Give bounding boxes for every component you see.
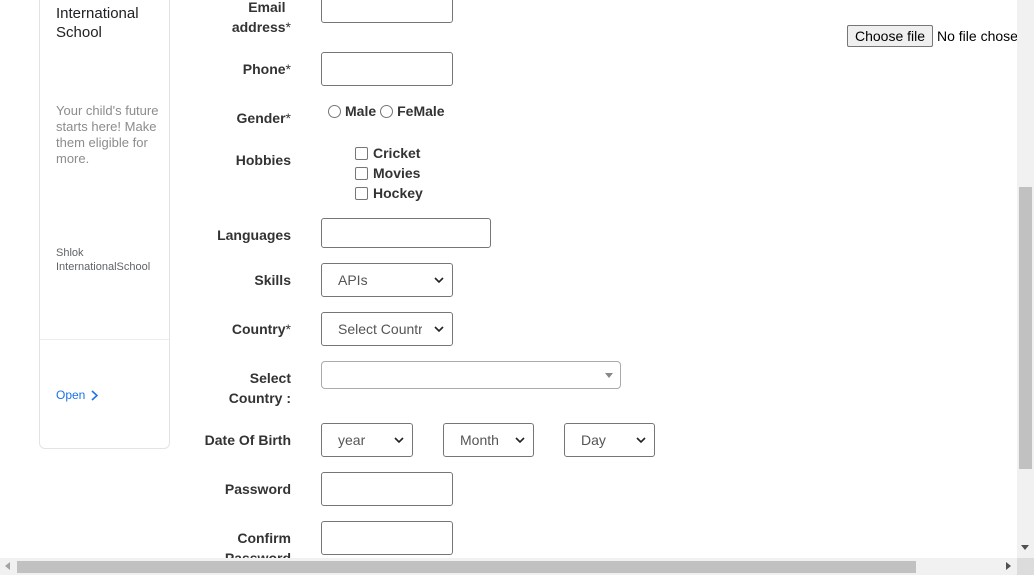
vertical-scrollbar-thumb[interactable] [1019,187,1032,469]
radio-male[interactable] [328,104,341,118]
scroll-left-arrow-icon[interactable] [5,562,10,570]
dob-year-select[interactable]: year [321,423,413,457]
scroll-right-arrow-icon[interactable] [1006,562,1011,570]
scroll-down-arrow-icon[interactable] [1021,545,1029,550]
dob-label: Date Of Birth [204,432,291,448]
dob-year-value: year [338,432,366,448]
ad-panel [39,0,170,449]
password-label: Password [224,481,291,497]
select-country-combobox[interactable] [321,361,621,389]
checkbox-cricket[interactable] [355,146,368,160]
chevron-down-icon [434,277,444,284]
ad-open-label: Open [56,388,86,402]
country-label: Country* [231,321,291,337]
ad-open-link[interactable]: Open [56,388,99,402]
gear-icon [872,0,932,16]
hobby-movies-label: Movies [373,165,421,181]
gender-label: Gender* [236,110,291,126]
choose-file-button[interactable]: Choose file [847,25,933,47]
skills-select[interactable]: APIs [321,263,453,297]
dob-day-select[interactable]: Day [564,423,655,457]
dob-month-value: Month [460,432,499,448]
hobby-hockey[interactable]: Hockey [355,185,423,201]
radio-female-label: FeMale [397,103,445,119]
hobby-movies[interactable]: Movies [355,165,420,181]
country-select[interactable]: Select Countr [321,312,453,346]
hobby-cricket-label: Cricket [373,145,421,161]
languages-input[interactable] [321,218,491,248]
checkbox-movies[interactable] [355,166,368,180]
gender-options: Male FeMale [328,103,445,119]
chevron-down-icon [636,437,646,444]
confirm-password-input[interactable] [321,521,453,555]
password-input[interactable] [321,472,453,506]
hobby-hockey-label: Hockey [373,185,423,201]
dropdown-arrow-icon [605,373,613,378]
scrollbar-corner [1017,558,1034,575]
phone-label: Phone* [242,61,291,77]
chevron-down-icon [394,437,404,444]
email-label: Email address* [231,0,291,35]
dob-month-select[interactable]: Month [443,423,534,457]
country-select-value: Select Countr [338,321,422,337]
dob-day-value: Day [581,432,606,448]
horizontal-scrollbar-thumb[interactable] [17,561,916,573]
radio-female[interactable] [380,104,394,118]
chevron-right-icon [91,389,99,401]
select-country-label: Select Country : [228,370,291,406]
chevron-down-icon [515,437,525,444]
ad-divider [40,339,169,340]
phone-input[interactable] [321,52,453,86]
ad-advertiser: Shlok InternationalSchool [56,247,151,273]
chevron-down-icon [434,326,444,333]
radio-male-label: Male [345,103,377,119]
ad-description: Your child's future starts here! Make th… [56,103,159,166]
email-input[interactable] [321,0,453,23]
checkbox-hockey[interactable] [355,186,368,200]
hobbies-label: Hobbies [235,152,291,168]
ad-title[interactable]: International School [56,4,166,42]
hobby-cricket[interactable]: Cricket [355,145,420,161]
skills-select-value: APIs [338,272,368,288]
skills-label: Skills [254,272,291,288]
languages-label: Languages [217,227,291,243]
